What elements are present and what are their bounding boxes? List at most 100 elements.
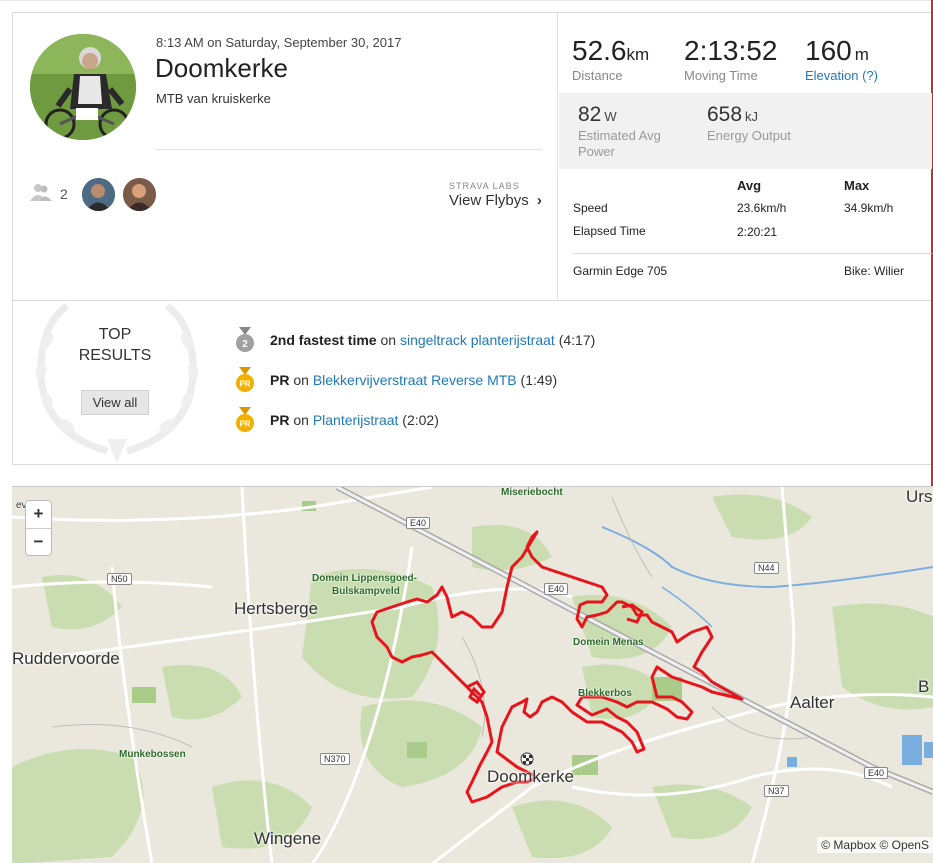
stat-elevation: 160 m Elevation (?)	[805, 35, 878, 83]
distance-value: 52.6	[572, 35, 627, 66]
map-place-label: Wingene	[254, 829, 322, 848]
road-shield: N50	[107, 573, 132, 585]
power-value: 82	[578, 103, 602, 126]
speed-max: 34.9km/h	[844, 201, 894, 215]
segment-link[interactable]: Blekkervijverstraat Reverse MTB	[313, 372, 517, 388]
map-place-label: Aalter	[790, 693, 835, 712]
stat-power: 82 W Estimated Avg Power	[578, 103, 661, 159]
top-results-heading-line2: RESULTS	[78, 347, 152, 364]
elevation-unit: m	[854, 45, 869, 64]
athlete-avatar[interactable]	[30, 34, 136, 140]
map-place-label: B	[918, 677, 930, 696]
road-shield: E40	[864, 767, 889, 779]
map-place-label: Domein Menas	[573, 637, 644, 648]
map-place-label: Urs	[906, 487, 933, 506]
road-shield: N370	[320, 753, 350, 765]
stat-energy: 658 kJ Energy Output	[707, 103, 791, 143]
result-item: 2 2nd fastest time on singeltrack plante…	[235, 327, 595, 353]
top-results-heading-line1: TOP	[98, 326, 132, 343]
power-unit: W	[604, 109, 617, 124]
result-on: on	[380, 332, 397, 348]
road-shield: E40	[406, 517, 431, 529]
map-place-label: Blekkerbos	[578, 688, 632, 699]
map-place-label: Ruddervoorde	[12, 649, 120, 668]
power-label: Estimated Avg	[578, 128, 661, 143]
bike-name: Bike: Wilier	[844, 264, 905, 278]
svg-text:2: 2	[242, 339, 248, 350]
map-place-label: Doomkerke	[487, 767, 574, 786]
result-achievement: 2nd fastest time	[270, 332, 377, 348]
power-label-line2: Power	[578, 144, 615, 159]
group-activity[interactable]: 2	[30, 183, 68, 204]
road-shield: E40	[544, 583, 569, 595]
segment-link[interactable]: Planterijstraat	[313, 412, 399, 428]
group-athlete-avatar[interactable]	[123, 178, 156, 211]
speed-avg: 23.6km/h	[737, 201, 787, 215]
top-results-heading: TOP RESULTS	[65, 324, 165, 366]
zoom-out-button[interactable]: −	[26, 528, 51, 555]
result-item: PR PR on Planterijstraat (2:02)	[235, 407, 439, 433]
segment-link[interactable]: singeltrack planterijstraat	[400, 332, 555, 348]
result-item: PR PR on Blekkervijverstraat Reverse MTB…	[235, 367, 557, 393]
svg-text:PR: PR	[239, 420, 250, 429]
elevation-value: 160	[805, 35, 852, 66]
map-place-label: Hertsberge	[234, 599, 319, 618]
result-achievement: PR	[270, 372, 290, 388]
result-on: on	[293, 412, 309, 428]
map-zoom-control: + −	[25, 500, 52, 556]
route-map[interactable]: Urs everen Miseriebocht Hertsberge Rudde…	[12, 486, 933, 863]
elapsed-time-label: Elapsed Time	[573, 224, 646, 238]
activity-stats: 52.6km Distance 2:13:52 Moving Time 160 m…	[559, 13, 932, 300]
group-athletes-count: 2	[60, 185, 68, 202]
strava-labs-label: STRAVA LABS	[449, 181, 520, 191]
moving-time-value: 2:13:52	[684, 35, 778, 66]
map-place-label: Munkebossen	[119, 749, 186, 760]
group-athlete-avatar[interactable]	[82, 178, 115, 211]
road-shield: N37	[764, 785, 789, 797]
divider	[156, 149, 542, 150]
activity-summary-card: 8:13 AM on Saturday, September 30, 2017 …	[12, 12, 932, 301]
activity-datetime: 8:13 AM on Saturday, September 30, 2017	[156, 35, 402, 50]
svg-text:PR: PR	[239, 380, 250, 389]
energy-value: 658	[707, 103, 743, 126]
result-time: (1:49)	[520, 372, 558, 388]
table-header-avg: Avg	[737, 178, 762, 193]
silver-medal-icon: 2	[235, 327, 255, 353]
stat-moving-time: 2:13:52 Moving Time	[684, 35, 777, 83]
view-all-button[interactable]: View all	[81, 390, 149, 415]
elevation-help-link[interactable]: Elevation (?)	[805, 68, 878, 83]
map-place-label: Bulskampveld	[332, 586, 400, 597]
moving-time-label: Moving Time	[684, 68, 758, 83]
activity-title[interactable]: Doomkerke	[155, 53, 288, 84]
energy-label: Energy Output	[707, 128, 791, 143]
zoom-in-button[interactable]: +	[26, 501, 51, 528]
result-time: (4:17)	[558, 332, 596, 348]
elapsed-time-value: 2:20:21	[737, 225, 778, 239]
activity-description: MTB van kruiskerke	[156, 91, 271, 106]
activity-details: 8:13 AM on Saturday, September 30, 2017 …	[13, 13, 558, 300]
view-flybys-label: View Flybys	[449, 192, 529, 209]
device-name: Garmin Edge 705	[573, 264, 668, 278]
map-place-label: Miseriebocht	[501, 487, 563, 498]
group-athletes-icon	[30, 183, 52, 204]
result-on: on	[293, 372, 309, 388]
stat-distance: 52.6km Distance	[572, 35, 649, 83]
map-place-label: Domein Lippensgoed-	[312, 573, 417, 584]
map-attribution[interactable]: © Mapbox © OpenS	[817, 837, 933, 853]
speed-label: Speed	[573, 201, 608, 215]
window-top-border	[0, 0, 933, 1]
divider	[573, 253, 932, 254]
view-flybys-link[interactable]: View Flybys ›	[449, 192, 542, 209]
chevron-right-icon: ›	[536, 192, 542, 209]
result-time: (2:02)	[402, 412, 439, 428]
top-results-card: TOP RESULTS View all 2 2nd fastest time …	[12, 300, 931, 465]
road-shield: N44	[754, 562, 779, 574]
table-header-max: Max	[844, 178, 870, 193]
distance-label: Distance	[572, 68, 623, 83]
map-canvas	[12, 487, 933, 863]
result-achievement: PR	[270, 412, 290, 428]
pr-medal-icon: PR	[235, 407, 255, 433]
energy-unit: kJ	[745, 109, 759, 124]
distance-unit: km	[626, 45, 650, 64]
pr-medal-icon: PR	[235, 367, 255, 393]
